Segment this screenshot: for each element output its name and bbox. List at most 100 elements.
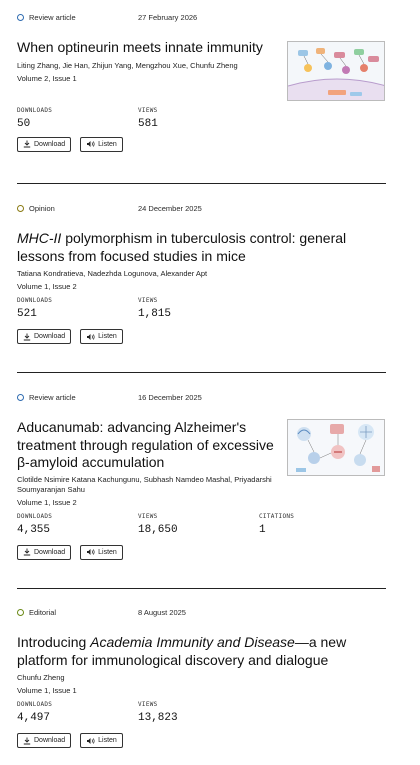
article-card: Editorial 8 August 2025 Introducing Acad…	[17, 608, 387, 748]
article-title[interactable]: When optineurin meets innate immunity	[17, 39, 285, 57]
downloads-label: DOWNLOADS	[17, 701, 53, 708]
article-volume[interactable]: Volume 1, Issue 2	[17, 282, 387, 292]
listen-button[interactable]: Listen	[80, 733, 123, 748]
article-authors: Tatiana Kondratieva, Nadezhda Logunova, …	[17, 269, 208, 278]
views-stat: VIEWS 1,815	[138, 297, 171, 321]
downloads-stat: DOWNLOADS 50	[17, 107, 52, 131]
downloads-label: DOWNLOADS	[17, 106, 53, 114]
article-type: Review article	[17, 393, 76, 402]
listen-button-label: Listen	[98, 548, 117, 556]
article-actions: Download Listen	[17, 136, 387, 152]
listen-icon	[87, 141, 95, 147]
downloads-value: 521	[17, 308, 37, 320]
download-button[interactable]: Download	[17, 136, 72, 152]
downloads-label: DOWNLOADS	[17, 512, 53, 520]
download-button[interactable]: Download	[17, 733, 72, 748]
article-divider	[17, 588, 386, 589]
views-stat: VIEWS 13,823	[138, 701, 178, 725]
article-date: 27 February 2026	[138, 13, 198, 22]
article-authors: Liting Zhang, Jie Han, Zhijun Yang, Meng…	[17, 60, 238, 70]
article-title-text[interactable]: polymorphism in tuberculosis control: ge…	[17, 230, 346, 264]
article-stats: DOWNLOADS 521 VIEWS 1,815	[17, 297, 387, 325]
views-value: 18,650	[138, 523, 178, 536]
article-type-label: Opinion	[29, 204, 55, 213]
article-stats: DOWNLOADS 50 VIEWS 581	[17, 107, 387, 135]
download-button-label: Download	[34, 140, 66, 148]
views-value: 13,823	[138, 712, 178, 724]
article-title[interactable]: MHC-II polymorphism in tuberculosis cont…	[17, 230, 382, 265]
views-value: 1,815	[138, 308, 172, 320]
views-stat: VIEWS 581	[138, 107, 158, 131]
article-meta: Review article 16 December 2025	[17, 393, 387, 405]
article-actions: Download Listen	[17, 733, 387, 748]
listen-icon	[87, 737, 95, 744]
article-stats: DOWNLOADS 4,355 VIEWS 18,650 CITATIONS 1	[17, 513, 387, 541]
download-icon	[23, 548, 31, 556]
article-type-dot-icon	[17, 14, 24, 21]
views-stat: VIEWS 18,650	[138, 513, 178, 537]
download-icon	[23, 140, 31, 148]
article-type-dot-icon	[17, 205, 24, 212]
views-label: VIEWS	[138, 701, 158, 708]
article-date: 16 December 2025	[138, 393, 202, 402]
article-stats: DOWNLOADS 4,497 VIEWS 13,823	[17, 701, 387, 729]
listen-button[interactable]: Listen	[80, 136, 123, 152]
downloads-value: 4,497	[17, 712, 51, 724]
listen-button[interactable]: Listen	[80, 329, 123, 344]
download-button[interactable]: Download	[17, 544, 72, 560]
downloads-value: 50	[17, 117, 31, 130]
citations-label: CITATIONS	[259, 512, 295, 520]
article-title-text[interactable]: Introducing	[17, 634, 90, 650]
download-button-label: Download	[34, 333, 66, 340]
listen-button[interactable]: Listen	[80, 544, 123, 560]
downloads-stat: DOWNLOADS 521	[17, 297, 52, 321]
article-title[interactable]: Aducanumab: advancing Alzheimer's treatm…	[17, 419, 279, 472]
article-card: Opinion 24 December 2025 MHC-II polymorp…	[17, 204, 387, 344]
article-card: Review article 16 December 2025 Aducanum…	[17, 393, 387, 560]
views-label: VIEWS	[138, 512, 158, 520]
article-thumbnail[interactable]	[287, 419, 385, 476]
views-label: VIEWS	[138, 106, 158, 114]
article-divider	[17, 183, 386, 184]
article-date: 8 August 2025	[138, 608, 186, 617]
article-title-italic[interactable]: MHC-II	[17, 230, 61, 246]
article-type-dot-icon	[17, 394, 24, 401]
download-icon	[23, 333, 31, 340]
article-actions: Download Listen	[17, 544, 387, 560]
citations-stat: CITATIONS 1	[259, 513, 294, 537]
article-type: Editorial	[17, 608, 56, 617]
article-authors: Chunfu Zheng	[17, 673, 65, 682]
listen-button-label: Listen	[98, 140, 117, 148]
download-button-label: Download	[34, 548, 66, 556]
article-type-label: Review article	[29, 393, 76, 402]
article-title-italic[interactable]: Academia Immunity and Disease	[90, 634, 295, 650]
article-meta: Editorial 8 August 2025	[17, 608, 387, 620]
article-thumbnail[interactable]	[287, 41, 385, 101]
article-date: 24 December 2025	[138, 204, 202, 213]
article-type-dot-icon	[17, 609, 24, 616]
article-type: Review article	[17, 13, 76, 22]
download-button-label: Download	[34, 737, 66, 744]
amyloid-figure-image	[288, 420, 384, 475]
article-meta: Review article 27 February 2026	[17, 13, 387, 25]
citations-value: 1	[259, 523, 266, 536]
download-button[interactable]: Download	[17, 329, 72, 344]
listen-icon	[87, 549, 95, 555]
article-divider	[17, 372, 386, 373]
download-icon	[23, 737, 31, 744]
article-volume[interactable]: Volume 1, Issue 2	[17, 498, 387, 508]
downloads-value: 4,355	[17, 523, 51, 536]
article-title-text[interactable]: When optineurin meets innate immunity	[17, 39, 263, 55]
listen-button-label: Listen	[98, 333, 117, 340]
article-title-text[interactable]: Aducanumab: advancing Alzheimer's treatm…	[17, 419, 274, 470]
article-title[interactable]: Introducing Academia Immunity and Diseas…	[17, 634, 377, 669]
article-volume[interactable]: Volume 1, Issue 1	[17, 686, 387, 696]
downloads-stat: DOWNLOADS 4,497	[17, 701, 52, 725]
article-type: Opinion	[17, 204, 55, 213]
article-meta: Opinion 24 December 2025	[17, 204, 387, 216]
article-actions: Download Listen	[17, 329, 387, 344]
listen-icon	[87, 333, 95, 340]
article-authors: Clotilde Nsimire Katana Kachungunu, Subh…	[17, 474, 272, 494]
article-type-label: Editorial	[29, 608, 57, 617]
views-value: 581	[138, 117, 158, 130]
